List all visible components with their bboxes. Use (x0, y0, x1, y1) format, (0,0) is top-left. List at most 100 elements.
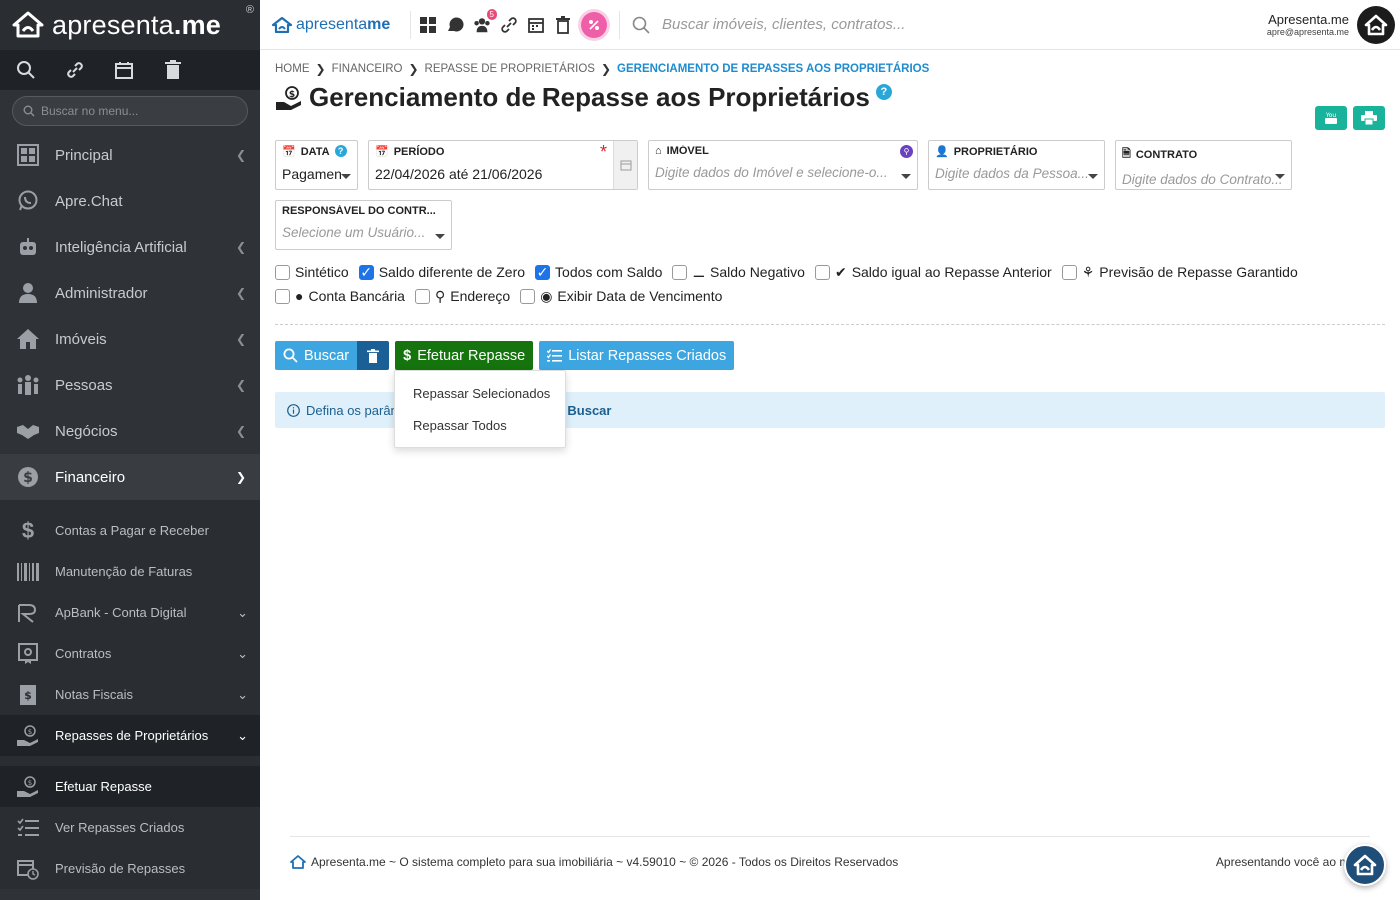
checkbox-previsao-garantido[interactable]: ⚘ Previsão de Repasse Garantido (1061, 260, 1298, 284)
avatar[interactable] (1357, 5, 1395, 44)
listar-repasses-button[interactable]: Listar Repasses Criados (539, 341, 735, 370)
sidebar-item-negocios[interactable]: Negócios ❮ (0, 408, 260, 454)
checkbox-sintetico[interactable]: Sintético (275, 260, 349, 284)
checkbox-conta-bancaria[interactable]: ● Conta Bancária (275, 284, 405, 308)
clear-filters-button[interactable] (357, 341, 390, 370)
sidebar-item-principal[interactable]: Principal ❮ (0, 132, 260, 178)
sidebar-item-label: Imóveis (55, 330, 107, 348)
checkbox-box[interactable]: ✓ (358, 264, 374, 280)
periodo-input[interactable]: 📅 PERÍODO * 22/04/2026 até 21/06/2026 (368, 140, 638, 190)
imovel-placeholder: Digite dados do Imóvel e selecione-o... (655, 165, 888, 180)
sidebar-item-inteligencia-artificial[interactable]: Inteligência Artificial ❮ (0, 224, 260, 270)
sidebar-item-apbank[interactable]: ApBank - Conta Digital ⌄ (0, 592, 260, 633)
sidebar-item-previsao-repasses[interactable]: Previsão de Repasses (0, 848, 260, 889)
buscar-button[interactable]: Buscar (275, 341, 358, 370)
sidebar-item-repasses-proprietarios[interactable]: $ Repasses de Proprietários ⌄ (0, 715, 260, 756)
breadcrumb-financeiro[interactable]: FINANCEIRO (332, 63, 403, 75)
efetuar-repasse-button[interactable]: $ Efetuar Repasse (395, 341, 534, 370)
chevron-right-icon: ❯ (315, 62, 326, 76)
checkbox-box[interactable]: ✓ (535, 264, 551, 280)
checkbox-saldo-negativo[interactable]: ⚊ Saldo Negativo (672, 260, 805, 284)
checkbox-box[interactable] (275, 264, 290, 280)
help-icon[interactable]: ? (334, 145, 347, 157)
imovel-input[interactable]: ⌂ IMÓVEL ⚲ Digite dados do Imóvel e selec… (648, 140, 918, 190)
grid-icon[interactable] (419, 16, 437, 34)
breadcrumb-repasse[interactable]: REPASSE DE PROPRIETÁRIOS (425, 63, 595, 75)
checkbox-box[interactable] (414, 288, 430, 304)
sidebar-brand[interactable]: apresenta.me ® (0, 0, 260, 50)
data-select[interactable]: 📅 DATA? Pagamen (275, 140, 358, 190)
sidebar-item-manutencao-faturas[interactable]: Manutenção de Faturas (0, 551, 260, 592)
efetuar-repasse-dropdown: Repassar Selecionados Repassar Todos (394, 370, 566, 448)
checkbox-box[interactable] (520, 288, 536, 304)
youtube-button[interactable]: You (1315, 106, 1347, 130)
discount-icon[interactable] (581, 11, 607, 38)
breadcrumb: HOME ❯ FINANCEIRO ❯ REPASSE DE PROPRIETÁ… (275, 62, 929, 76)
checkbox-todos-com-saldo[interactable]: ✓ Todos com Saldo (535, 260, 662, 284)
checkbox-exibir-vencimento[interactable]: ◉ Exibir Data de Vencimento (520, 284, 722, 308)
sidebar-item-administrador[interactable]: Administrador ❮ (0, 270, 260, 316)
contrato-placeholder: Digite dados do Contrato... (1122, 172, 1283, 187)
user-tie-icon (16, 281, 40, 305)
support-fab[interactable] (1344, 844, 1386, 886)
house-logo-icon (1353, 854, 1377, 876)
trash-icon[interactable] (163, 60, 183, 80)
sidebar-item-contas-pagar-receber[interactable]: $ Contas a Pagar e Receber (0, 510, 260, 551)
contrato-input[interactable]: 🗎 CONTRATO Digite dados do Contrato... (1115, 140, 1292, 190)
brand-name-post: .me (173, 9, 222, 40)
footer-text: Apresenta.me ~ O sistema completo para s… (311, 854, 899, 869)
breadcrumb-home[interactable]: HOME (275, 63, 310, 75)
action-buttons: Buscar $ Efetuar Repasse Listar Repasses… (275, 341, 735, 370)
calendar-icon[interactable] (114, 60, 134, 80)
sidebar-item-notas-fiscais[interactable]: $ Notas Fiscais ⌄ (0, 674, 260, 715)
search-icon[interactable]: ⚲ (900, 145, 913, 158)
checkbox-box[interactable] (814, 264, 830, 280)
invoice-icon: $ (16, 683, 40, 707)
sidebar-item-efetuar-repasse[interactable]: $ Efetuar Repasse (0, 766, 260, 807)
svg-text:$: $ (24, 689, 32, 702)
calendar-icon[interactable] (527, 16, 545, 34)
checkbox-box[interactable] (1061, 264, 1077, 280)
sidebar-item-financeiro[interactable]: $ Financeiro ❯ (0, 454, 260, 500)
periodo-value: 22/04/2026 até 21/06/2026 (375, 166, 543, 182)
sidebar-item-imoveis[interactable]: Imóveis ❮ (0, 316, 260, 362)
svg-text:$: $ (28, 779, 32, 787)
sidebar-item-ver-repasses[interactable]: Ver Repasses Criados (0, 807, 260, 848)
help-icon[interactable]: ? (875, 84, 892, 100)
sidebar-item-aprechat[interactable]: Apre.Chat (0, 178, 260, 224)
checkbox-label: Todos com Saldo (555, 264, 663, 280)
menu-search-input[interactable]: Buscar no menu... (12, 96, 248, 126)
responsavel-select[interactable]: RESPONSÁVEL DO CONTR... Selecione um Usu… (275, 200, 452, 250)
eye-icon: ◉ (540, 287, 553, 304)
search-icon[interactable] (16, 60, 36, 80)
link-icon[interactable] (65, 60, 85, 80)
svg-text:$: $ (23, 470, 33, 486)
calendar-icon[interactable] (613, 141, 637, 189)
topbar-brand[interactable]: apresentame (260, 16, 410, 34)
proprietario-input[interactable]: 👤 PROPRIETÁRIO Digite dados da Pessoa... (928, 140, 1105, 190)
caret-down-icon (1088, 174, 1098, 179)
calendar-icon: 📅 (282, 146, 296, 158)
checkbox-saldo-diferente-zero[interactable]: ✓ Saldo diferente de Zero (358, 260, 525, 284)
minus-circle-icon: ⚊ (692, 263, 705, 280)
checkbox-saldo-igual-repasse[interactable]: ✔ Saldo igual ao Repasse Anterior (814, 260, 1052, 284)
trash-icon (367, 348, 380, 363)
global-search-input[interactable]: Buscar imóveis, clientes, contratos... (620, 16, 1267, 34)
sidebar-item-pessoas[interactable]: Pessoas ❮ (0, 362, 260, 408)
user-info[interactable]: Apresenta.me apre@apresenta.me (1267, 12, 1357, 37)
svg-text:You: You (1325, 112, 1337, 119)
link-icon[interactable] (500, 16, 518, 34)
menu-item-repassar-selecionados[interactable]: Repassar Selecionados (395, 377, 565, 409)
sidebar-item-contratos[interactable]: Contratos ⌄ (0, 633, 260, 674)
checkbox-box[interactable] (275, 288, 290, 304)
menu-item-repassar-todos[interactable]: Repassar Todos (395, 409, 565, 441)
chat-icon[interactable] (446, 16, 464, 34)
people-icon (16, 373, 40, 397)
print-button[interactable] (1353, 106, 1385, 130)
checkbox-box[interactable] (672, 264, 688, 280)
checkbox-endereco[interactable]: ⚲ Endereço (414, 284, 510, 308)
trash-icon[interactable] (554, 15, 572, 34)
users-icon[interactable]: 5 (473, 8, 497, 34)
caret-down-icon (435, 234, 445, 239)
sidebar-item-label: Contas a Pagar e Receber (55, 523, 209, 538)
